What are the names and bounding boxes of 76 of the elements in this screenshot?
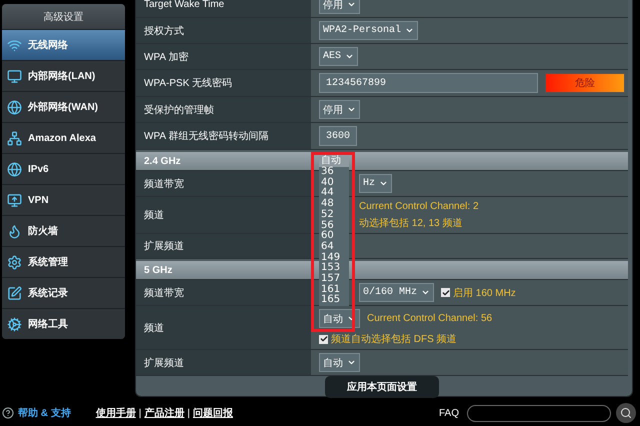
apply-button[interactable]: 应用本页面设置 xyxy=(325,376,439,398)
setting-label: WPA 群组无线密码转动间隔 xyxy=(144,130,268,143)
dropdown-option[interactable]: 36 xyxy=(319,167,349,178)
setting-label: 授权方式 xyxy=(144,24,184,38)
checkbox[interactable] xyxy=(319,334,328,344)
check-icon xyxy=(442,288,450,296)
setting-label: 频道 xyxy=(144,322,164,334)
info-text: 动选择包括 12, 13 频道 xyxy=(359,216,462,230)
setting-label: Target Wake Time xyxy=(144,0,224,10)
search-button[interactable] xyxy=(616,403,636,423)
monitor-icon xyxy=(7,68,22,84)
chevron-down-icon xyxy=(347,105,356,114)
setting-label: WPA 加密 xyxy=(144,50,188,64)
globe-icon xyxy=(7,162,22,176)
wifi-icon xyxy=(7,38,22,52)
separator: | xyxy=(138,408,142,418)
checkbox[interactable] xyxy=(441,288,450,297)
dropdown-select[interactable]: 自动 xyxy=(319,309,360,328)
dropdown-option[interactable]: 40 xyxy=(319,178,349,188)
footer-link[interactable]: 问题回报 xyxy=(193,406,233,420)
dropdown-select[interactable]: AES xyxy=(319,47,358,66)
setting-label: 扩展频道 xyxy=(144,240,184,253)
input-field[interactable]: 3600 xyxy=(319,126,358,146)
dropdown-option[interactable]: 157 xyxy=(319,274,349,285)
footer-link[interactable]: 产品注册 xyxy=(144,406,184,420)
dropdown-option[interactable]: 64 xyxy=(319,242,349,253)
help-icon xyxy=(2,407,14,419)
check-icon xyxy=(320,335,328,343)
chevron-down-icon xyxy=(405,26,414,35)
chevron-down-icon xyxy=(421,288,430,297)
gear-icon xyxy=(7,254,22,270)
setting-label: 频道带宽 xyxy=(144,178,184,190)
dropdown-option[interactable]: 165 xyxy=(319,295,349,306)
setting-label: 频道 xyxy=(144,208,164,222)
dropdown-option[interactable]: 161 xyxy=(319,284,349,296)
setting-label: WPA-PSK 无线密码 xyxy=(144,76,232,90)
dropdown-select[interactable]: WPA2-Personal xyxy=(319,21,418,40)
footer-link[interactable]: 使用手册 xyxy=(96,406,136,420)
help-support-link[interactable]: 帮助 & 支持 xyxy=(18,406,71,420)
dropdown-select[interactable]: 停用 xyxy=(319,100,360,119)
chevron-down-icon xyxy=(379,179,388,188)
dropdown-select[interactable]: 0/160 MHz xyxy=(359,283,434,302)
setting-label: 频道带宽 xyxy=(144,286,184,300)
faq-label: FAQ xyxy=(438,408,459,418)
chevron-down-icon xyxy=(347,0,356,9)
pencil-icon xyxy=(7,286,22,300)
dropdown-option[interactable]: 60 xyxy=(319,231,349,242)
password-strength-bar: 危险 xyxy=(545,73,625,93)
sidebar-item[interactable]: 网络工具 xyxy=(2,308,125,339)
setting-label: 受保护的管理帧 xyxy=(144,104,214,116)
dropdown-option[interactable]: 48 xyxy=(319,199,349,210)
setting-label: 扩展频道 xyxy=(144,356,184,370)
checkbox-label: 启用 160 MHz xyxy=(453,286,516,300)
search-icon xyxy=(620,407,632,419)
dropdown-option[interactable]: 153 xyxy=(319,263,349,274)
dropdown-option[interactable]: 44 xyxy=(319,188,349,200)
search-field[interactable] xyxy=(467,404,611,422)
checkbox-label: 频道自动选择包括 DFS 频道 xyxy=(331,332,457,346)
sidebar-title: 高级设置 xyxy=(44,10,84,24)
dropdown-option[interactable]: 52 xyxy=(319,210,349,220)
network-icon xyxy=(7,130,22,146)
monitor-icon xyxy=(7,192,22,208)
chevron-down-icon xyxy=(345,52,354,61)
chevron-down-icon xyxy=(347,358,356,367)
dropdown-option[interactable]: 56 xyxy=(319,220,349,232)
flame-icon xyxy=(7,224,22,238)
dropdown-select[interactable]: Hz xyxy=(359,174,392,193)
globe-icon xyxy=(7,100,22,114)
sidebar-item[interactable]: 无线网络 xyxy=(2,29,125,60)
input-field[interactable]: 1234567899 xyxy=(319,73,538,93)
gear-icon xyxy=(7,316,22,332)
dropdown-option[interactable]: 149 xyxy=(319,252,349,264)
separator: | xyxy=(187,408,190,418)
dropdown-select[interactable]: 自动 xyxy=(319,353,360,372)
info-text: Current Control Channel: 2 xyxy=(359,200,479,212)
info-text: Current Control Channel: 56 xyxy=(367,313,492,324)
